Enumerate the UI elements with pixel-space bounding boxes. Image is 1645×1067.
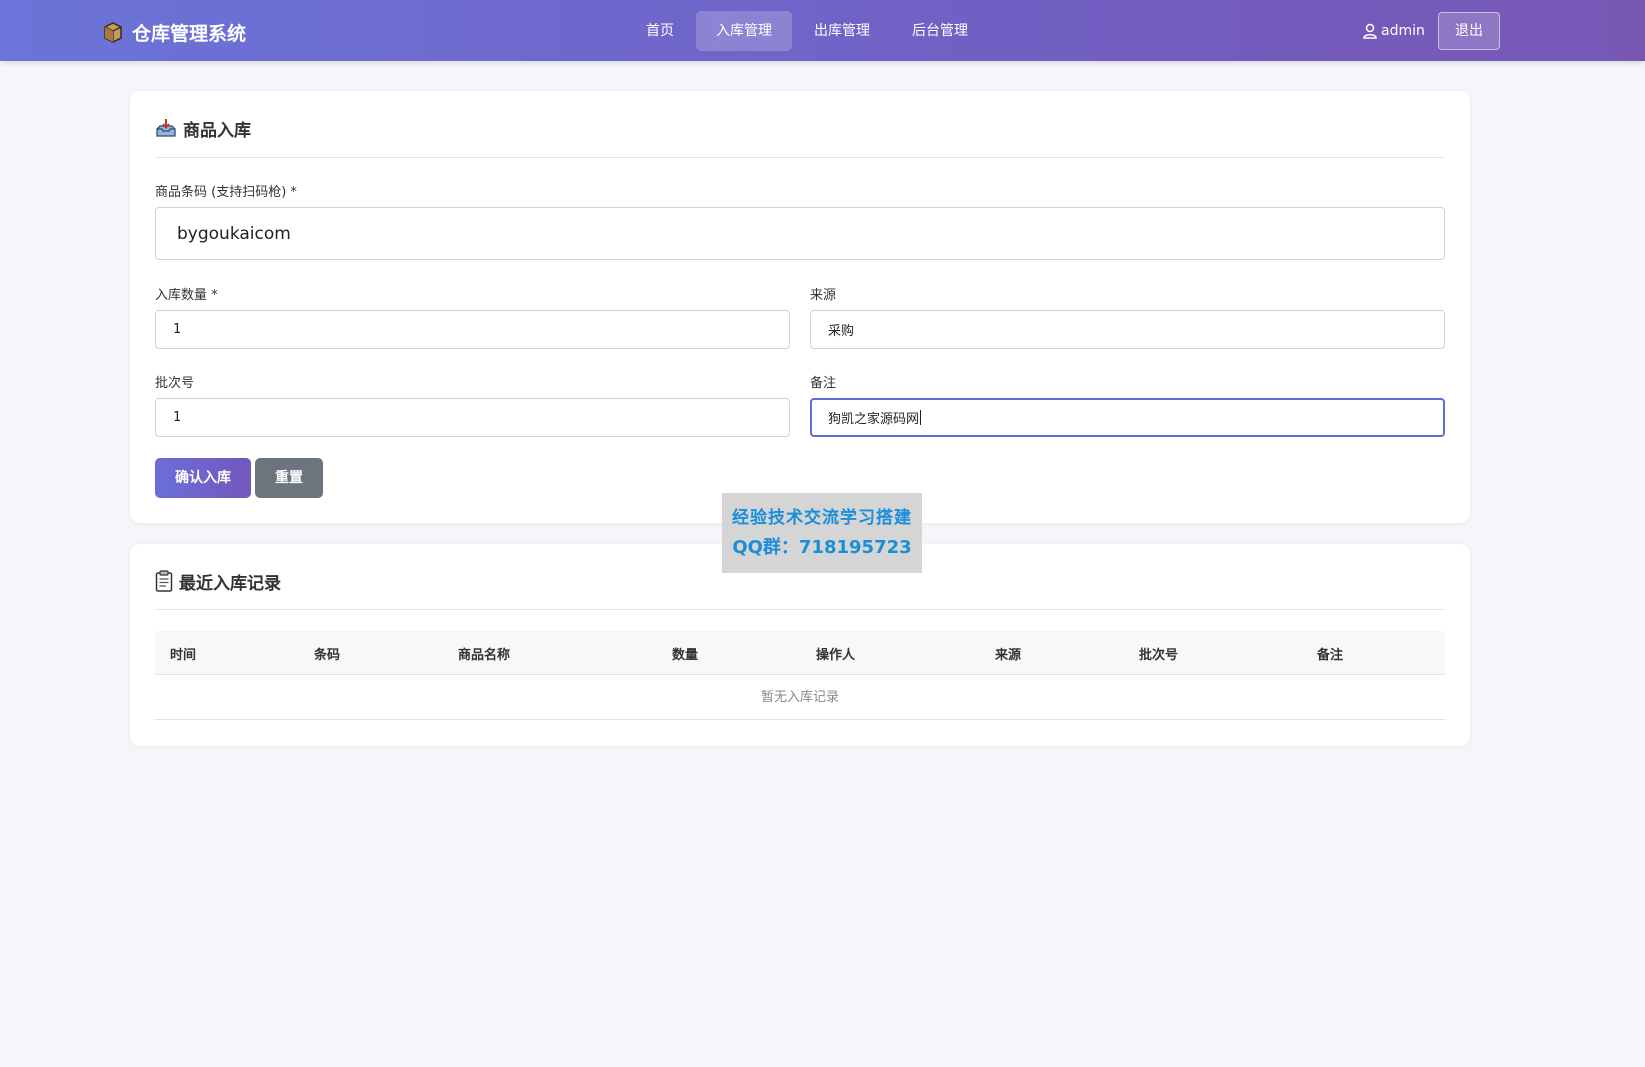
logout-button[interactable]: 退出 xyxy=(1438,12,1500,50)
column-header-barcode: 条码 xyxy=(314,648,341,663)
inbound-form-title-text: 商品入库 xyxy=(183,120,251,141)
source-value: 采购 xyxy=(828,324,855,339)
divider xyxy=(155,609,1445,610)
nav-inbound[interactable]: 入库管理 xyxy=(696,11,792,51)
watermark-line-1: 经验技术交流学习搭建 xyxy=(732,508,912,528)
column-header-quantity: 数量 xyxy=(672,648,699,663)
brand-title: 仓库管理系统 xyxy=(132,22,247,45)
username: admin xyxy=(1381,23,1425,39)
top-navbar: 仓库管理系统 首页 入库管理 出库管理 后台管理 admin 退出 xyxy=(0,0,1645,61)
recent-records-title: 最近入库记录 xyxy=(155,566,281,596)
barcode-label: 商品条码 (支持扫码枪) * xyxy=(155,185,297,200)
nav-home[interactable]: 首页 xyxy=(626,11,694,51)
watermark-line-2: QQ群：718195723 xyxy=(732,537,912,558)
inbox-tray-icon xyxy=(156,119,176,137)
quantity-value: 1 xyxy=(173,322,182,337)
main-nav: 首页 入库管理 出库管理 后台管理 xyxy=(626,11,990,51)
current-user: admin xyxy=(1363,20,1425,42)
nav-admin[interactable]: 后台管理 xyxy=(892,11,988,51)
source-input[interactable]: 采购 xyxy=(810,310,1445,349)
divider xyxy=(155,157,1445,158)
nav-outbound[interactable]: 出库管理 xyxy=(794,11,890,51)
batch-value: 1 xyxy=(173,410,182,425)
watermark-overlay: 经验技术交流学习搭建 QQ群：718195723 xyxy=(722,493,922,573)
remark-input[interactable]: 狗凯之家源码网 xyxy=(810,398,1445,437)
package-box-icon xyxy=(102,21,124,43)
batch-label: 批次号 xyxy=(155,376,195,391)
column-header-product-name: 商品名称 xyxy=(458,648,511,663)
confirm-inbound-button[interactable]: 确认入库 xyxy=(155,458,251,498)
column-header-remark: 备注 xyxy=(1317,648,1344,663)
barcode-input[interactable]: bygoukaicom xyxy=(155,207,1445,260)
inbound-form-title: 商品入库 xyxy=(155,113,251,143)
empty-records-message: 暂无入库记录 xyxy=(155,675,1445,720)
remark-value: 狗凯之家源码网 xyxy=(828,412,920,427)
inbound-form-card: 商品入库 商品条码 (支持扫码枪) * bygoukaicom 入库数量 * 1… xyxy=(130,91,1470,523)
batch-input[interactable]: 1 xyxy=(155,398,790,437)
text-caret xyxy=(920,410,922,425)
brand[interactable]: 仓库管理系统 xyxy=(102,18,246,46)
column-header-operator: 操作人 xyxy=(816,648,856,663)
recent-records-title-text: 最近入库记录 xyxy=(179,573,281,594)
clipboard-icon xyxy=(155,570,173,592)
records-table-header: 时间 条码 商品名称 数量 操作人 来源 批次号 备注 xyxy=(155,631,1445,675)
column-header-source: 来源 xyxy=(995,648,1022,663)
reset-button[interactable]: 重置 xyxy=(255,458,323,498)
remark-label: 备注 xyxy=(810,376,837,391)
column-header-time: 时间 xyxy=(170,648,197,663)
quantity-input[interactable]: 1 xyxy=(155,310,790,349)
column-header-batch: 批次号 xyxy=(1139,648,1179,663)
source-label: 来源 xyxy=(810,288,837,303)
recent-records-card: 最近入库记录 时间 条码 商品名称 数量 操作人 来源 批次号 备注 暂无入库记… xyxy=(130,544,1470,746)
barcode-value: bygoukaicom xyxy=(177,223,291,244)
user-icon xyxy=(1363,23,1377,39)
quantity-label: 入库数量 * xyxy=(155,288,218,303)
